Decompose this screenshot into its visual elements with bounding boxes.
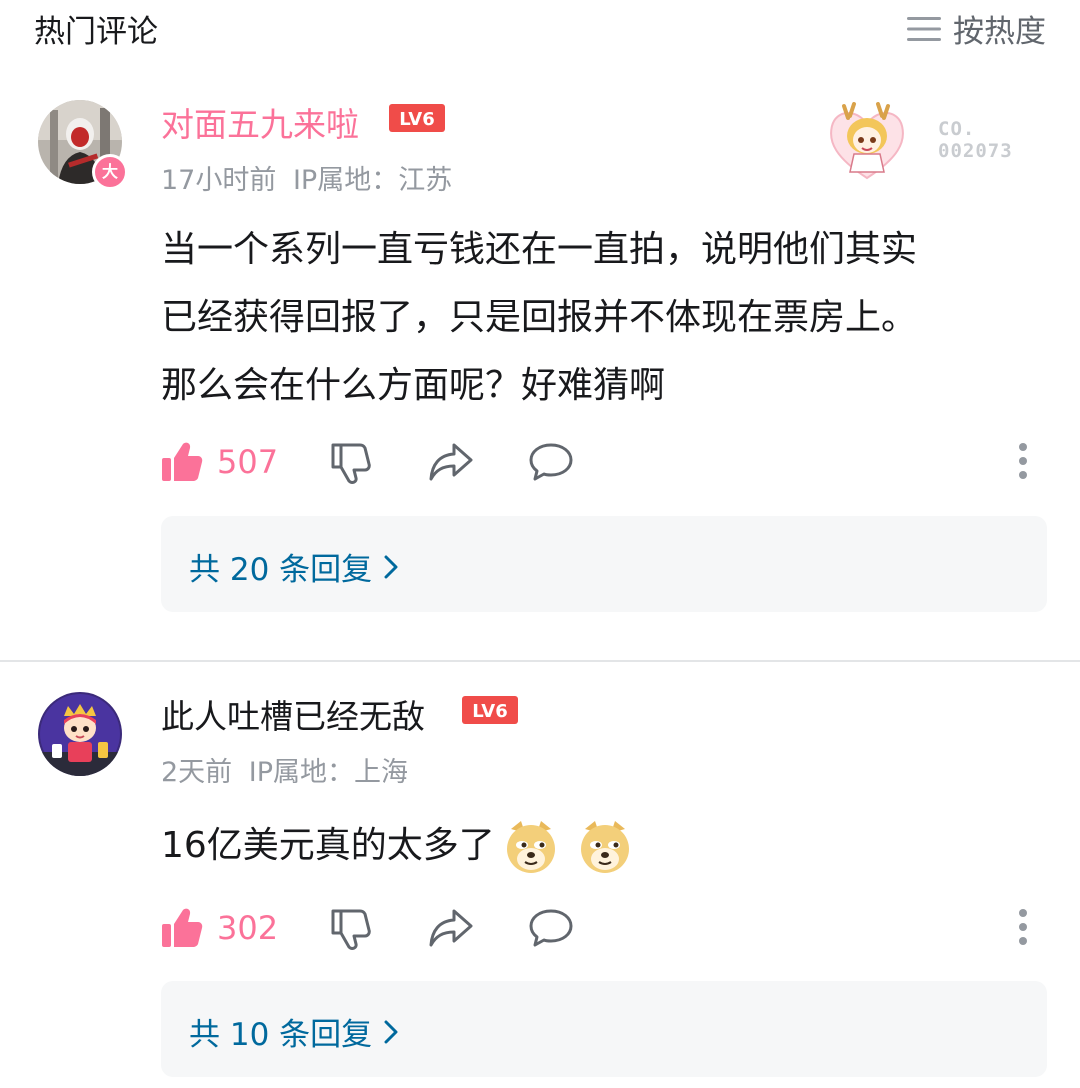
avatar[interactable] <box>38 692 122 776</box>
like-count: 507 <box>217 443 279 481</box>
comment-meta: 2天前 IP属地：上海 <box>161 750 408 789</box>
like-count: 302 <box>217 909 279 947</box>
comment-username[interactable]: 此人吐槽已经无敌 <box>161 690 425 738</box>
comment-bubble-icon <box>529 909 573 947</box>
hot-comments-title: 热门评论 <box>34 14 158 50</box>
reply-button[interactable] <box>528 441 574 483</box>
more-vertical-icon <box>1019 909 1027 945</box>
doge-emoji-icon <box>580 821 629 873</box>
view-replies-button[interactable]: 共 20 条回复 <box>161 516 1047 612</box>
comment-meta: 17小时前 IP属地：江苏 <box>161 158 452 197</box>
like-button[interactable]: 507 <box>161 441 278 483</box>
comments-header: 热门评论 按热度 <box>0 0 1080 60</box>
share-arrow-icon <box>429 909 473 947</box>
fan-medal-card[interactable]: CO. 002073 <box>826 102 1036 182</box>
reply-count-label: 共 10 条回复 <box>189 1017 373 1053</box>
sort-menu-icon <box>907 16 941 41</box>
svg-text:LV6: LV6 <box>399 109 434 130</box>
more-vertical-icon <box>1019 443 1027 479</box>
reply-count-label: 共 20 条回复 <box>189 552 373 588</box>
comment-content: 当一个系列一直亏钱还在一直拍，说明他们其实 已经获得回报了，只是回报并不体现在票… <box>161 229 918 406</box>
share-arrow-icon <box>429 443 473 481</box>
sort-label: 按热度 <box>953 14 1046 50</box>
comment-actions: 507 <box>161 441 1041 489</box>
comment-ip: IP属地：上海 <box>248 757 409 788</box>
svg-text:LV6: LV6 <box>472 701 507 722</box>
thumbs-down-icon <box>331 443 371 484</box>
comment-time: 2天前 <box>161 757 233 788</box>
comment-username[interactable]: 对面五九来啦 <box>161 98 359 146</box>
level-6-badge: LV6 <box>389 104 445 132</box>
thumbs-down-icon <box>331 909 371 950</box>
thumbs-up-icon <box>162 442 203 481</box>
comment-bubble-icon <box>529 443 573 481</box>
level-6-badge: LV6 <box>462 696 518 724</box>
share-button[interactable] <box>428 441 474 483</box>
more-options-button[interactable] <box>1017 441 1029 481</box>
dislike-button[interactable] <box>329 907 373 951</box>
fan-card-number: CO. 002073 <box>938 118 1013 162</box>
official-badge: 大 <box>92 154 128 190</box>
comment-time: 17小时前 <box>161 165 277 196</box>
comment-actions: 302 <box>161 907 1041 955</box>
doge-emoji-icon <box>506 821 555 873</box>
reply-button[interactable] <box>528 907 574 949</box>
dislike-button[interactable] <box>329 441 373 485</box>
chevron-right-icon <box>384 555 398 578</box>
anime-girl-fan-card-icon <box>830 102 904 180</box>
view-replies-button[interactable]: 共 10 条回复 <box>161 981 1047 1077</box>
more-options-button[interactable] <box>1017 907 1029 947</box>
chevron-right-icon <box>384 1020 398 1043</box>
comment-content: 16亿美元真的太多了 <box>161 812 1041 880</box>
thumbs-up-icon <box>162 908 203 947</box>
like-button[interactable]: 302 <box>161 907 278 949</box>
share-button[interactable] <box>428 907 474 949</box>
comment-ip: IP属地：江苏 <box>292 165 453 196</box>
sort-by-heat-button[interactable]: 按热度 <box>907 6 1046 51</box>
comment-divider <box>0 660 1080 662</box>
